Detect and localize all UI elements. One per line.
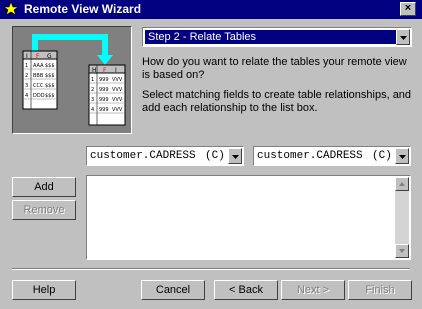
svg-text:999: 999 <box>99 107 109 113</box>
footer-separator <box>12 268 410 270</box>
listbox-vertical-scrollbar[interactable] <box>395 177 409 258</box>
svg-text:999: 999 <box>99 87 109 93</box>
scroll-down-button[interactable] <box>395 244 409 258</box>
svg-text:1: 1 <box>25 63 28 69</box>
chevron-down-icon <box>232 155 239 159</box>
svg-text:2: 2 <box>25 73 28 79</box>
right-field-select[interactable]: customer.CADRESS (C) <box>253 146 411 166</box>
instruction-question: How do you want to relate the tables you… <box>142 56 407 81</box>
instruction-hint: Select matching fields to create table r… <box>142 89 412 114</box>
step-select-dropdown-button[interactable] <box>396 29 410 45</box>
svg-text:999: 999 <box>99 77 109 83</box>
help-button[interactable]: Help <box>12 280 76 300</box>
back-button[interactable]: < Back <box>214 280 278 300</box>
svg-text:VVV: VVV <box>112 77 123 83</box>
svg-text:$$$: $$$ <box>45 73 55 79</box>
scroll-up-icon <box>399 182 405 186</box>
svg-text:H: H <box>92 67 97 74</box>
left-field-value: customer.CADRESS <box>90 150 196 162</box>
step-select[interactable]: Step 2 - Relate Tables <box>142 27 412 47</box>
wizard-wand-icon <box>4 2 18 16</box>
svg-text:F: F <box>36 53 40 60</box>
wizard-window: Remote View Wizard × I F G 1 AAA $$$ 2 B… <box>0 0 422 309</box>
finish-button[interactable]: Finish <box>348 280 412 300</box>
svg-text:VVV: VVV <box>112 107 123 113</box>
right-field-dropdown-button[interactable] <box>395 148 409 164</box>
svg-text:3: 3 <box>25 83 28 89</box>
left-field-dropdown-button[interactable] <box>228 148 242 164</box>
svg-text:VVV: VVV <box>112 97 123 103</box>
svg-text:I: I <box>115 67 117 74</box>
svg-text:4: 4 <box>25 93 28 99</box>
svg-text:CCC: CCC <box>33 83 44 89</box>
left-field-select[interactable]: customer.CADRESS (C) <box>86 146 244 166</box>
step-select-value: Step 2 - Relate Tables <box>145 30 403 44</box>
next-button[interactable]: Next > <box>281 280 345 300</box>
svg-text:G: G <box>47 53 52 60</box>
right-table-icon: H F I 1 999 VVV 2 999 VVV 3 999 VVV 4 99… <box>88 64 126 126</box>
left-table-icon: I F G 1 AAA $$$ 2 BBB $$$ 3 CCC $$$ 4 DD… <box>22 50 58 110</box>
relationships-listbox[interactable] <box>86 175 411 260</box>
add-button[interactable]: Add <box>12 177 76 197</box>
svg-text:2: 2 <box>91 87 94 93</box>
cancel-button[interactable]: Cancel <box>141 280 205 300</box>
window-title: Remote View Wizard <box>24 2 142 16</box>
svg-text:I: I <box>26 53 28 60</box>
left-field-type: (C) <box>205 150 225 162</box>
chevron-down-icon <box>400 36 407 40</box>
scroll-up-button[interactable] <box>395 177 409 191</box>
svg-text:$$$: $$$ <box>45 83 55 89</box>
right-field-value: customer.CADRESS <box>257 150 363 162</box>
svg-text:VVV: VVV <box>112 87 123 93</box>
tables-relation-graphic: I F G 1 AAA $$$ 2 BBB $$$ 3 CCC $$$ 4 DD… <box>22 34 126 126</box>
svg-text:$$$: $$$ <box>45 63 55 69</box>
svg-text:3: 3 <box>91 97 94 103</box>
svg-text:AAA: AAA <box>33 63 44 69</box>
svg-text:DDD: DDD <box>33 93 45 99</box>
svg-text:4: 4 <box>91 107 94 113</box>
close-button[interactable]: × <box>400 2 416 16</box>
svg-text:BBB: BBB <box>33 73 44 79</box>
title-bar: Remote View Wizard × <box>0 0 422 19</box>
svg-text:$$$: $$$ <box>45 93 55 99</box>
svg-text:F: F <box>103 67 107 74</box>
svg-text:999: 999 <box>99 97 109 103</box>
scroll-down-icon <box>399 249 405 253</box>
close-icon: × <box>404 2 412 14</box>
svg-text:1: 1 <box>91 77 94 83</box>
relate-tables-illustration: I F G 1 AAA $$$ 2 BBB $$$ 3 CCC $$$ 4 DD… <box>12 26 132 134</box>
chevron-down-icon <box>399 155 406 159</box>
relation-arrowhead <box>97 55 113 65</box>
right-field-type: (C) <box>372 150 392 162</box>
remove-button[interactable]: Remove <box>12 200 76 220</box>
